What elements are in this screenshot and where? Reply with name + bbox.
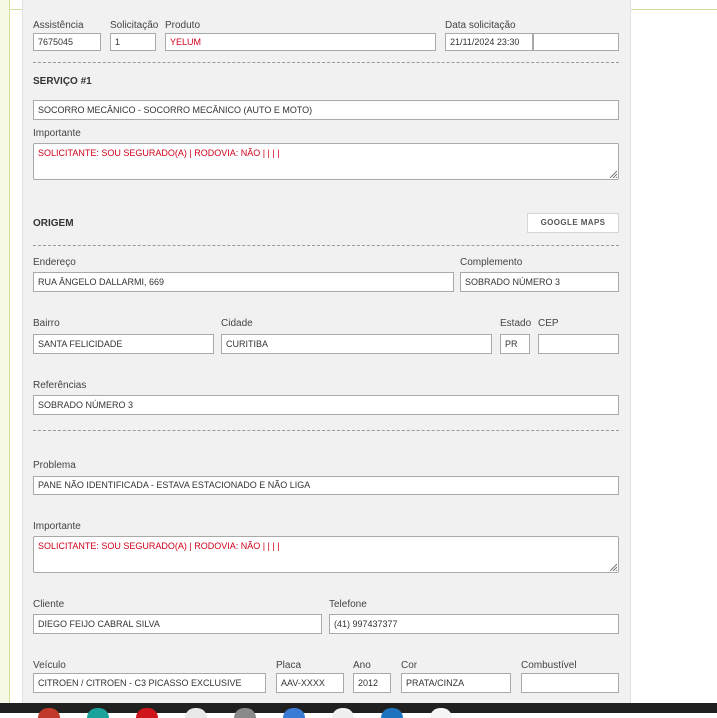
solicitacao-label: Solicitação <box>110 20 159 31</box>
estado-input[interactable]: PR <box>500 334 530 354</box>
telefone-label: Telefone <box>329 599 367 610</box>
assistencia-input[interactable]: 7675045 <box>33 33 101 51</box>
servico-importante-text: SOLICITANTE: SOU SEGURADO(A) | RODOVIA: … <box>38 148 280 158</box>
origem-title: ORIGEM <box>33 218 74 229</box>
data-solicitacao-extra-input[interactable] <box>533 33 619 51</box>
divider <box>33 245 619 246</box>
cidade-label: Cidade <box>221 318 253 329</box>
blue-app-icon-2[interactable] <box>381 708 403 718</box>
importante-textarea[interactable]: SOLICITANTE: SOU SEGURADO(A) | RODOVIA: … <box>33 536 619 573</box>
divider <box>33 430 619 431</box>
endereco-input[interactable]: RUA ÂNGELO DALLARMI, 669 <box>33 272 454 292</box>
veiculo-input[interactable]: CITROEN / CITROEN - C3 PICASSO EXCLUSIVE <box>33 673 266 693</box>
red-app-icon[interactable] <box>38 708 60 718</box>
telefone-input[interactable]: (41) 997437377 <box>329 614 619 634</box>
placa-input[interactable]: AAV-XXXX <box>276 673 344 693</box>
servico-input[interactable]: SOCORRO MECÂNICO - SOCORRO MECÂNICO (AUT… <box>33 100 619 120</box>
white-app-icon-2[interactable] <box>332 708 354 718</box>
referencias-label: Referências <box>33 380 87 391</box>
complemento-input[interactable]: SOBRADO NÚMERO 3 <box>460 272 619 292</box>
referencias-input[interactable]: SOBRADO NÚMERO 3 <box>33 395 619 415</box>
servico-importante-label: Importante <box>33 128 81 139</box>
problema-label: Problema <box>33 460 76 471</box>
data-solicitacao-input[interactable]: 21/11/2024 23:30 <box>445 33 533 51</box>
cliente-label: Cliente <box>33 599 65 610</box>
problema-input[interactable]: PANE NÃO IDENTIFICADA - ESTAVA ESTACIONA… <box>33 476 619 495</box>
white-app-icon[interactable] <box>185 708 207 718</box>
resize-grip-icon[interactable] <box>609 170 617 178</box>
resize-grip-icon[interactable] <box>609 563 617 571</box>
left-margin-strip <box>0 0 10 713</box>
servico-importante-textarea[interactable]: SOLICITANTE: SOU SEGURADO(A) | RODOVIA: … <box>33 143 619 180</box>
cor-label: Cor <box>401 660 418 671</box>
placa-label: Placa <box>276 660 302 671</box>
combustivel-input[interactable] <box>521 673 619 693</box>
endereco-label: Endereço <box>33 257 76 268</box>
bairro-input[interactable]: SANTA FELICIDADE <box>33 334 214 354</box>
veiculo-label: Veículo <box>33 660 66 671</box>
produto-label: Produto <box>165 20 201 31</box>
bairro-label: Bairro <box>33 318 60 329</box>
red-app-icon-2[interactable] <box>136 708 158 718</box>
google-maps-button[interactable]: GOOGLE MAPS <box>527 213 619 233</box>
cliente-input[interactable]: DIEGO FEIJO CABRAL SILVA <box>33 614 322 634</box>
importante-text: SOLICITANTE: SOU SEGURADO(A) | RODOVIA: … <box>38 541 280 551</box>
white-app-icon-3[interactable] <box>430 708 452 718</box>
complemento-label: Complemento <box>460 257 523 268</box>
assistencia-label: Assistência <box>33 20 84 31</box>
combustivel-label: Combustível <box>521 660 577 671</box>
ano-input[interactable]: 2012 <box>353 673 391 693</box>
cep-input[interactable] <box>538 334 619 354</box>
cep-label: CEP <box>538 318 559 329</box>
importante-label: Importante <box>33 521 81 532</box>
servico-title: SERVIÇO #1 <box>33 76 92 87</box>
gray-app-icon[interactable] <box>234 708 256 718</box>
divider <box>33 62 619 63</box>
solicitacao-input[interactable]: 1 <box>110 33 156 51</box>
ano-label: Ano <box>353 660 371 671</box>
cor-input[interactable]: PRATA/CINZA <box>401 673 511 693</box>
taskbar <box>0 703 717 718</box>
produto-input[interactable]: YELUM <box>165 33 436 51</box>
data-solicitacao-label: Data solicitação <box>445 20 516 31</box>
cidade-input[interactable]: CURITIBA <box>221 334 492 354</box>
estado-label: Estado <box>500 318 532 329</box>
teal-app-icon[interactable] <box>87 708 109 718</box>
blue-app-icon[interactable] <box>283 708 305 718</box>
